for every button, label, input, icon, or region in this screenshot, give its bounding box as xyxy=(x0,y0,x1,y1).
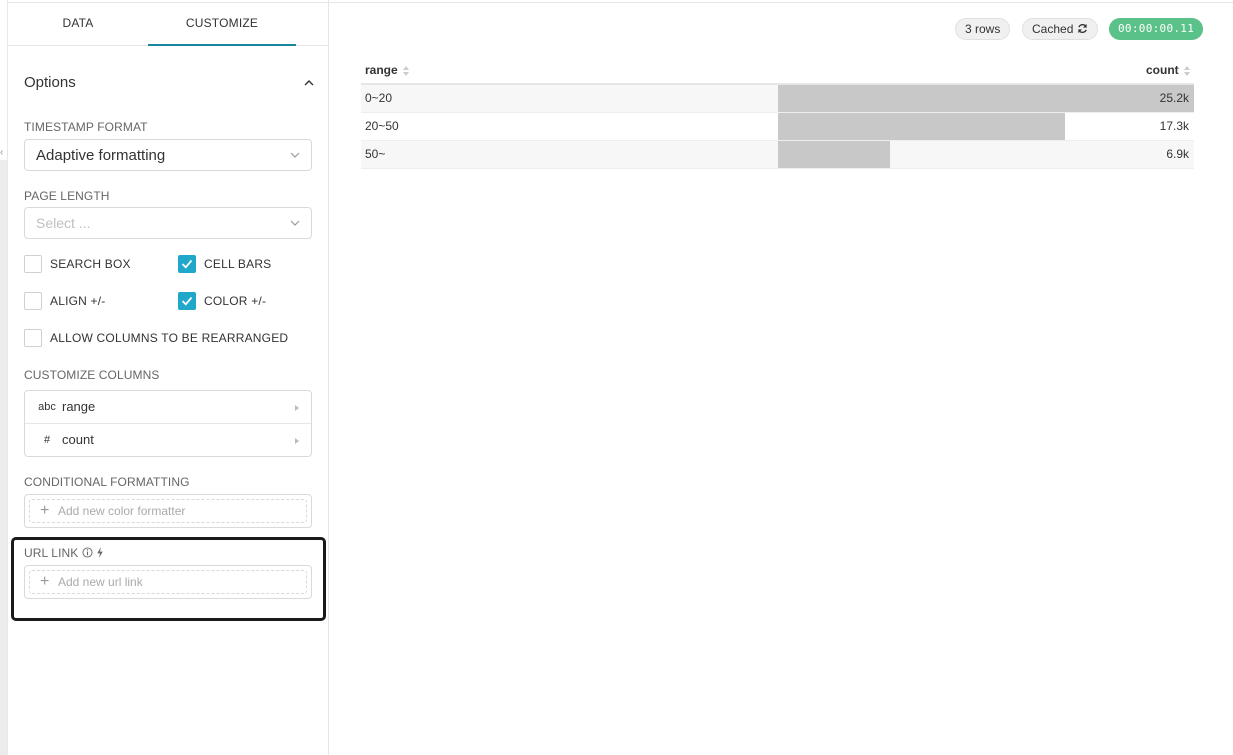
check-icon xyxy=(181,296,193,306)
timestamp-format-select[interactable]: Adaptive formatting xyxy=(24,139,312,171)
cell-bar xyxy=(778,140,891,168)
add-color-formatter-button[interactable]: + Add new color formatter xyxy=(29,499,307,523)
type-text-icon: abc xyxy=(38,401,56,413)
results-pane: 3 rows Cached 00:00:00.11 range count 0~… xyxy=(329,0,1233,755)
table-row: 20~50 17.3k xyxy=(361,112,1194,141)
range-cell: 50~ xyxy=(361,140,778,169)
cached-badge[interactable]: Cached xyxy=(1022,18,1098,40)
timestamp-format-label: TIMESTAMP FORMAT xyxy=(24,120,148,134)
align-label: ALIGN +/- xyxy=(50,294,106,308)
allow-rearrange-checkbox[interactable] xyxy=(24,329,42,347)
chevron-right-icon xyxy=(295,438,299,444)
table-row: 0~20 25.2k xyxy=(361,84,1194,113)
column-name: count xyxy=(62,432,94,447)
row-count-badge: 3 rows xyxy=(955,18,1011,40)
range-cell: 20~50 xyxy=(361,112,778,141)
results-table: range count 0~20 25.2k 20~50 17.3k 50~ 6… xyxy=(361,57,1194,169)
count-cell: 25.2k xyxy=(778,84,1194,113)
timestamp-format-value: Adaptive formatting xyxy=(36,147,166,164)
options-section-header[interactable]: Options xyxy=(24,72,314,96)
color-checkbox[interactable] xyxy=(178,292,196,310)
left-edge-divider xyxy=(0,160,7,755)
table-header-row: range count xyxy=(361,57,1194,85)
check-icon xyxy=(181,259,193,269)
tab-customize[interactable]: CUSTOMIZE xyxy=(148,3,296,46)
allow-rearrange-label: ALLOW COLUMNS TO BE REARRANGED xyxy=(50,331,289,345)
chevron-up-icon[interactable] xyxy=(304,78,314,88)
left-edge-strip: ‹ xyxy=(0,0,8,755)
column-name: range xyxy=(62,399,96,414)
count-cell: 17.3k xyxy=(778,112,1194,141)
chevron-down-icon xyxy=(290,152,300,158)
options-title: Options xyxy=(24,74,76,91)
tab-data[interactable]: DATA xyxy=(8,3,148,46)
refresh-icon[interactable] xyxy=(1077,23,1088,34)
sort-icon[interactable] xyxy=(1184,65,1190,76)
range-cell: 0~20 xyxy=(361,84,778,113)
customize-panel: DATA CUSTOMIZE Options TIMESTAMP FORMAT … xyxy=(8,0,329,755)
cell-bar xyxy=(778,112,1066,140)
conditional-formatting-label: CONDITIONAL FORMATTING xyxy=(24,475,190,489)
column-item-count[interactable]: # count xyxy=(25,424,311,457)
column-header-range[interactable]: range xyxy=(361,57,778,85)
cell-bars-checkbox[interactable] xyxy=(178,255,196,273)
align-checkbox[interactable] xyxy=(24,292,42,310)
query-timer-badge: 00:00:00.11 xyxy=(1109,18,1204,40)
add-color-formatter-label: Add new color formatter xyxy=(58,504,186,518)
type-number-icon: # xyxy=(43,434,51,446)
sort-icon[interactable] xyxy=(403,65,410,76)
customize-columns-label: CUSTOMIZE COLUMNS xyxy=(24,368,160,382)
cell-bar xyxy=(778,85,1194,112)
plus-icon: + xyxy=(40,502,50,519)
color-label: COLOR +/- xyxy=(204,294,267,308)
page-length-select[interactable]: Select ... xyxy=(24,207,312,239)
url-link-highlight-box xyxy=(11,537,326,621)
panel-tabs: DATA CUSTOMIZE xyxy=(8,3,329,46)
page-length-label: PAGE LENGTH xyxy=(24,189,110,203)
collapse-caret-icon[interactable]: ‹ xyxy=(0,148,3,158)
chevron-down-icon xyxy=(290,220,300,226)
count-cell: 6.9k xyxy=(778,140,1194,169)
table-row: 50~ 6.9k xyxy=(361,140,1194,169)
column-header-count[interactable]: count xyxy=(778,57,1194,85)
chevron-right-icon xyxy=(295,405,299,411)
column-item-range[interactable]: abc range xyxy=(25,391,311,424)
search-box-label: SEARCH BOX xyxy=(50,257,131,271)
cell-bars-label: CELL BARS xyxy=(204,257,272,271)
customize-columns-list: abc range # count xyxy=(24,390,312,457)
conditional-formatting-box: + Add new color formatter xyxy=(24,494,312,528)
search-box-checkbox[interactable] xyxy=(24,255,42,273)
page-length-placeholder: Select ... xyxy=(36,215,91,231)
